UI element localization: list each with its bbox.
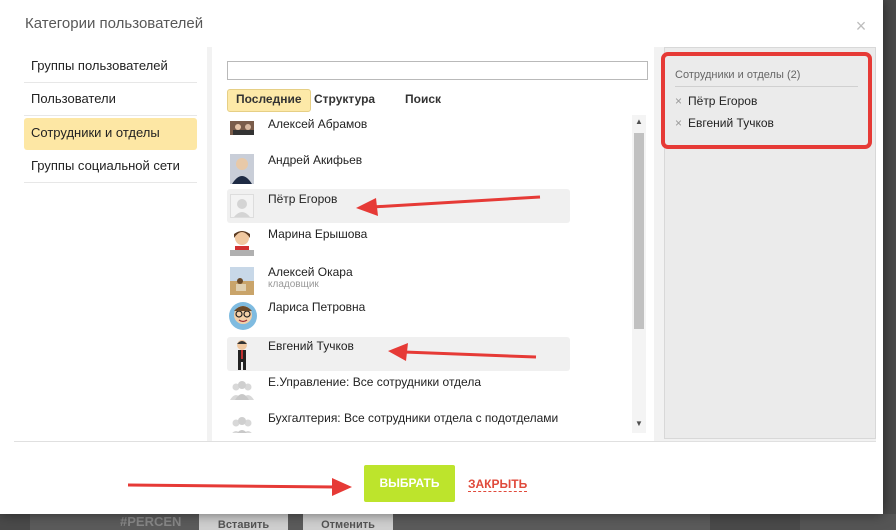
arrow-icon (388, 343, 537, 361)
arrow-icon (356, 195, 541, 216)
arrow-icon (127, 478, 352, 496)
annotation-arrows (127, 195, 541, 496)
